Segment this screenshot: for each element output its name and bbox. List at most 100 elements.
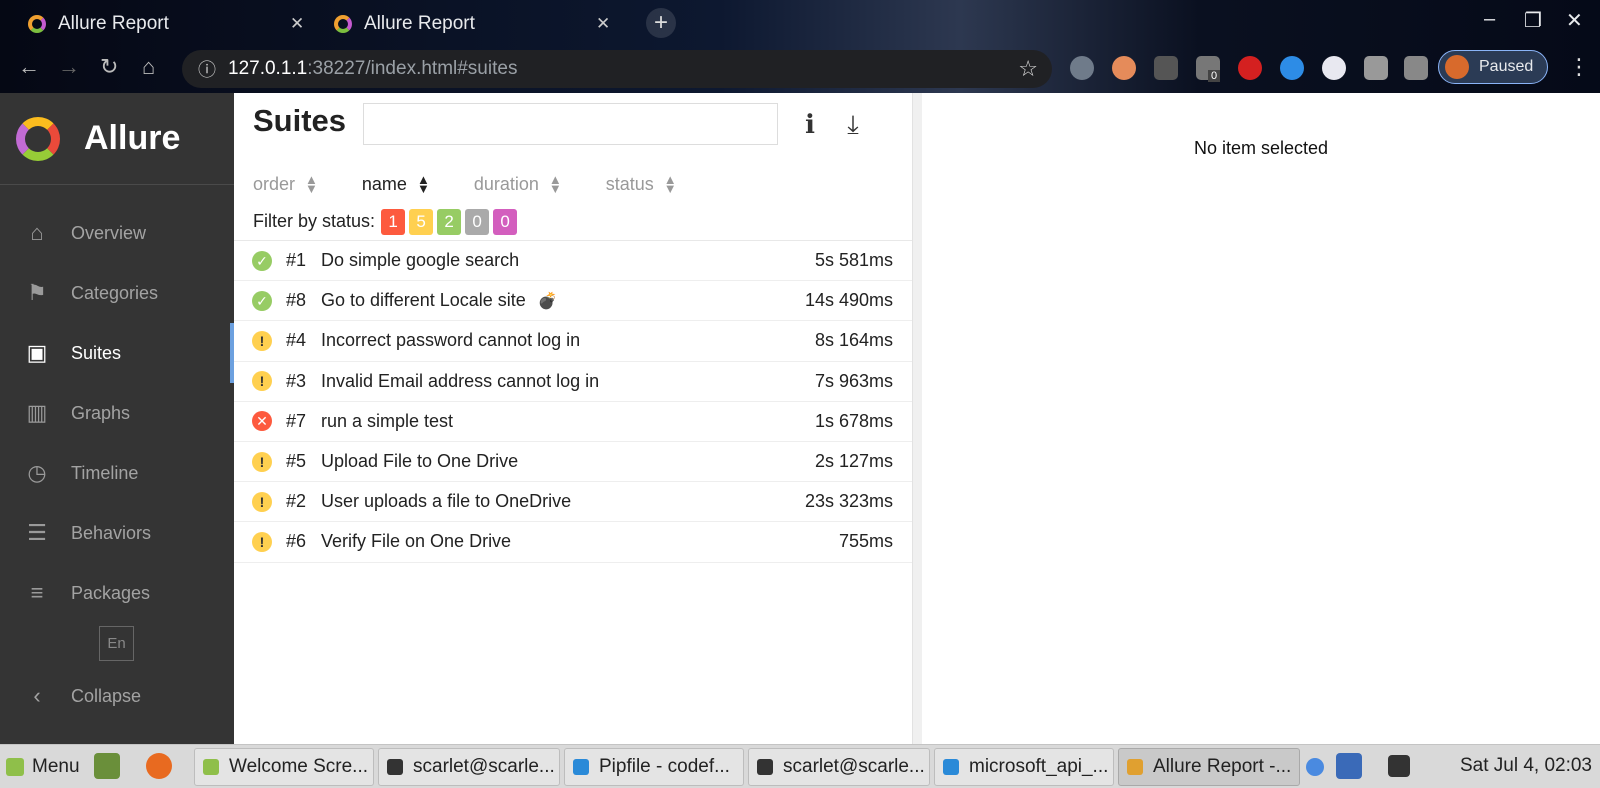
search-input[interactable] [363,103,778,145]
chrome-tray-icon[interactable] [1306,758,1324,776]
clock-icon: ◷ [27,460,47,485]
face-extension-icon[interactable] [1112,56,1136,80]
filter-broken-badge[interactable]: 5 [409,208,434,235]
filter-unknown-badge[interactable]: 0 [493,208,518,235]
status-broken-icon: ! [252,491,272,512]
firefox-icon[interactable] [146,753,172,779]
close-tab-icon[interactable]: ✕ [596,14,610,34]
test-title: Incorrect password cannot log in [321,330,581,351]
sync-extension-icon[interactable] [1280,56,1304,80]
profile-label: Paused [1479,58,1534,75]
empty-state-text: No item selected [1193,138,1329,158]
test-list: ✓ #1 Do simple google search 5s 581ms ✓ #8 Go … [234,241,912,563]
tab-title: Allure Report [58,13,169,34]
browser-tab-2[interactable]: Allure Report ✕ [334,6,624,42]
app-icon [943,759,959,775]
taskbar-window-button[interactable]: Pipfile - codef... [564,748,744,786]
sidebar-item-categories[interactable]: ⚑ Categories [0,263,234,323]
browser-menu-icon[interactable]: ⋮ [1568,54,1590,80]
minimize-icon[interactable]: – [1484,8,1495,31]
globe-extension-icon[interactable] [1070,56,1094,80]
test-number: #8 [286,290,307,311]
browser-chrome: Allure Report ✕ Allure Report ✕ + – ❐ ✕ … [0,0,1600,93]
sort-arrows-icon: ▲ ▼ [663,172,677,196]
table-row[interactable]: ! #5 Upload File to One Drive 2s 127ms [234,442,912,483]
stop-hand-extension-icon[interactable] [1238,56,1262,80]
taskbar: Menu Welcome Scre... scarlet@scarle... Pip… [0,744,1600,788]
filter-passed-badge[interactable]: 2 [437,208,462,235]
sidebar-item-timeline[interactable]: ◷ Timeline [0,443,234,503]
sidebar-item-overview[interactable]: ⌂ Overview [0,203,234,263]
reload-icon[interactable]: ↻ [100,54,118,80]
sidebar-item-label: Graphs [71,402,131,423]
table-row[interactable]: ✓ #1 Do simple google search 5s 581ms [234,241,912,282]
info-icon[interactable]: ℹ [795,109,825,139]
sort-arrows-icon: ▲ ▼ [416,172,430,196]
taskbar-window-label: microsoft_api_... [969,756,1109,777]
taskbar-window-button[interactable]: Allure Report -... [1118,748,1300,786]
status-broken-icon: ! [252,371,272,392]
taskbar-window-button[interactable]: scarlet@scarle... [748,748,930,786]
test-duration: 755ms [838,531,893,552]
sort-by-name[interactable]: name ▲ ▼ [361,172,430,196]
taskbar-window-button[interactable]: scarlet@scarle... [378,748,560,786]
show-desktop-icon[interactable] [94,753,120,779]
sidebar-nav: ⌂ Overview ⚑ Categories ▣ Suites ▥ Graphs ◷ Timel… [0,203,234,623]
shield-info-icon[interactable] [1336,753,1362,779]
taskbar-window-button[interactable]: Welcome Scre... [194,748,374,786]
sidebar-item-graphs[interactable]: ▥ Graphs [0,383,234,443]
sidebar-item-label: Overview [71,222,147,243]
sort-label: name [361,173,407,194]
close-window-icon[interactable]: ✕ [1566,8,1583,33]
app-icon [1127,759,1143,775]
forward-icon[interactable]: → [58,54,80,80]
back-icon[interactable]: ← [18,54,40,80]
filter-failed-badge[interactable]: 1 [381,208,406,235]
table-row[interactable]: ✓ #8 Go to different Locale site 💣 14s 490ms [234,281,912,322]
sort-by-status[interactable]: status ▲ ▼ [605,172,677,196]
sidebar-item-behaviors[interactable]: ☰ Behaviors [0,503,234,563]
collapse-button[interactable]: ‹ Collapse [0,671,141,721]
tab-strip: Allure Report ✕ Allure Report ✕ + – ❐ ✕ [0,0,1600,44]
sort-by-order[interactable]: order ▲ ▼ [253,173,318,195]
browser-tab-1[interactable]: Allure Report ✕ [28,6,318,42]
network-icon[interactable] [1388,755,1410,777]
sort-label: status [605,173,654,194]
block-extension-icon[interactable] [1322,56,1346,80]
test-title: Invalid Email address cannot log in [321,370,600,391]
sidebar-item-suites[interactable]: ▣ Suites [0,323,234,383]
new-tab-button[interactable]: + [646,8,676,38]
table-row[interactable]: ! #4 Incorrect password cannot log in 8s 16… [234,321,912,362]
close-tab-icon[interactable]: ✕ [290,14,304,34]
home-icon[interactable]: ⌂ [142,54,155,80]
maximize-icon[interactable]: ❐ [1524,8,1542,33]
mint-logo-icon [6,757,24,776]
language-button[interactable]: En [99,626,134,661]
avatar [1445,55,1469,79]
bar-chart-icon: ▥ [26,400,48,425]
table-row[interactable]: ! #6 Verify File on One Drive 755ms [234,522,912,563]
brand[interactable]: Allure [0,93,234,185]
sort-by-duration[interactable]: duration ▲ ▼ [474,173,562,195]
more-extension-icon[interactable] [1154,56,1178,80]
pin-extension-icon[interactable] [1364,56,1388,80]
table-row[interactable]: ! #3 Invalid Email address cannot log in 7s… [234,362,912,402]
test-duration: 2s 127ms [814,451,893,472]
filter-skipped-badge[interactable]: 0 [465,208,490,235]
taskbar-window-button[interactable]: microsoft_api_... [934,748,1114,786]
sidebar-item-label: Behaviors [71,522,152,543]
suites-pane: Suites ℹ ⤓ order ▲ ▼ name ▲ ▼ duration ▲ ▼ status… [234,93,912,744]
profile-button[interactable]: Paused [1438,50,1548,84]
download-icon[interactable]: ⤓ [838,109,868,139]
address-bar[interactable]: ⓘ 127.0.1.1:38227/index.html#suites ☆ [182,50,1052,88]
sidebar-item-label: Categories [71,282,159,303]
table-row[interactable]: ✕ #7 run a simple test 1s 678ms [234,402,912,442]
info-icon[interactable]: ⓘ [198,56,216,82]
start-menu-button[interactable]: Menu [6,756,80,778]
sidebar-item-packages[interactable]: ≡ Packages [0,563,234,623]
bookmark-star-icon[interactable]: ☆ [1018,56,1038,82]
table-row[interactable]: ! #2 User uploads a file to OneDrive 23s 32… [234,482,912,523]
puzzle-extensions-icon[interactable] [1404,56,1428,80]
pane-resizer[interactable] [912,93,922,744]
flag-icon: ⚑ [27,280,47,305]
